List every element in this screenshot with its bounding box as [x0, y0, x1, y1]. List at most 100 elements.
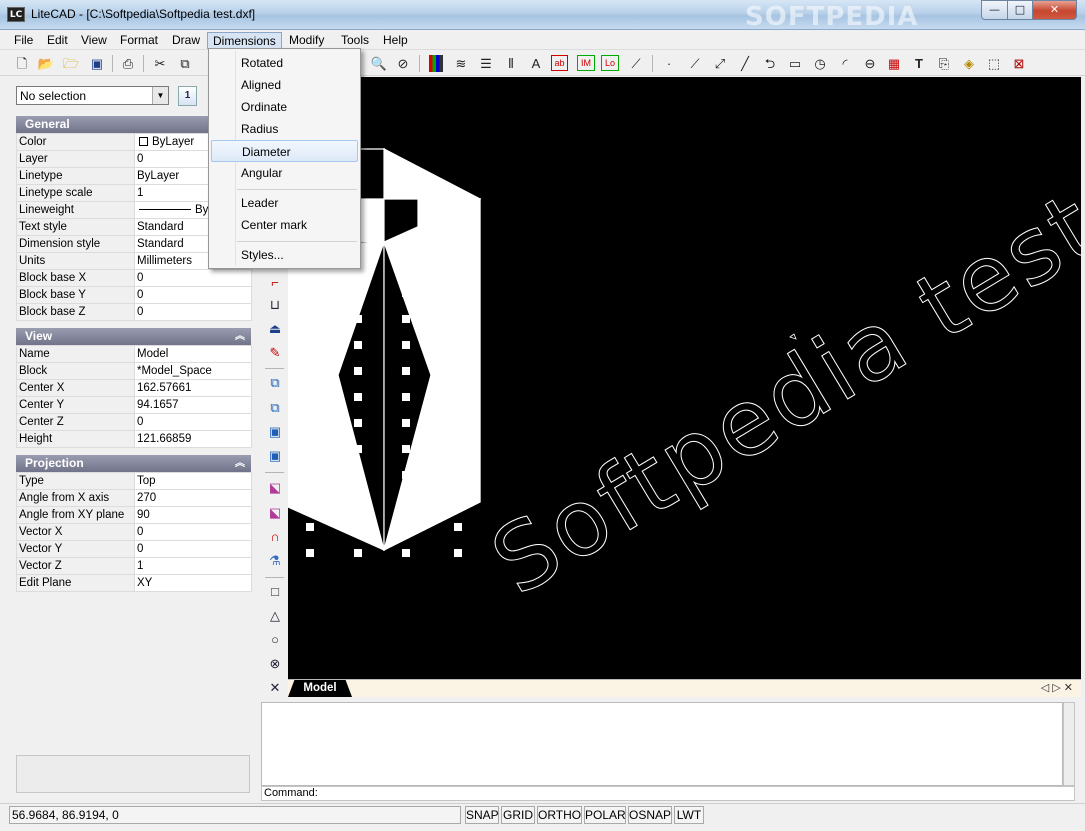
collapse-icon[interactable]: ︽ — [235, 455, 245, 472]
tab-model[interactable]: Model — [288, 680, 352, 697]
match-text-icon[interactable]: ⬕ — [264, 503, 286, 523]
viewport-icon[interactable]: ⬚ — [984, 54, 1004, 73]
menu-draw[interactable]: Draw — [167, 32, 205, 49]
property-value[interactable]: Model — [134, 345, 252, 363]
property-row[interactable]: Vector X0 — [16, 523, 252, 541]
section-projection-header[interactable]: Projection ︽ — [16, 455, 251, 472]
circle-select-icon[interactable]: ○ — [264, 630, 286, 650]
selection-dropdown[interactable]: No selection ▼ — [16, 86, 169, 105]
zoom-window-icon[interactable]: 🔍 — [369, 54, 389, 73]
square-select-icon[interactable]: □ — [264, 582, 286, 602]
property-value[interactable]: 0 — [134, 523, 252, 541]
save-icon[interactable]: ▣ — [87, 54, 107, 73]
block-insert-icon[interactable]: ab — [551, 55, 568, 71]
property-value[interactable]: 0 — [134, 413, 252, 431]
menu-diameter[interactable]: Diameter — [211, 140, 358, 162]
ortho-button[interactable]: ORTHO — [537, 806, 582, 824]
open-template-icon[interactable]: 🗁 — [61, 54, 81, 73]
zoom-previous-icon[interactable]: ⊘ — [393, 54, 413, 73]
property-value[interactable]: 90 — [134, 506, 252, 524]
arc-icon[interactable]: ◜ — [835, 54, 855, 73]
line-icon[interactable]: ⟋ — [685, 54, 705, 73]
command-line[interactable]: Command: — [261, 786, 1075, 801]
new-file-icon[interactable]: 🗋 — [12, 54, 32, 73]
menu-angular[interactable]: Angular — [211, 162, 358, 184]
grid-hatch-icon[interactable]: ⊠ — [1009, 54, 1029, 73]
image-insert-icon[interactable]: IM — [577, 55, 595, 71]
menu-ordinate[interactable]: Ordinate — [211, 96, 358, 118]
insert-block-icon[interactable]: ⎘ — [934, 54, 954, 73]
menu-aligned[interactable]: Aligned — [211, 74, 358, 96]
property-row[interactable]: Type Top — [16, 472, 252, 490]
menu-help[interactable]: Help — [378, 32, 413, 49]
property-value[interactable]: *Model_Space — [134, 362, 252, 380]
lo-icon[interactable]: Lo — [601, 55, 619, 71]
property-row[interactable]: Angle from XY plane 90 — [16, 506, 252, 524]
ellipse-icon[interactable]: ⊖ — [860, 54, 880, 73]
property-value[interactable]: 0 — [134, 269, 252, 287]
print-icon[interactable]: ⎙ — [118, 54, 138, 73]
menu-tools[interactable]: Tools — [336, 32, 374, 49]
property-value[interactable]: 94.1657 — [134, 396, 252, 414]
menu-format[interactable]: Format — [115, 32, 163, 49]
lwt-button[interactable]: LWT — [674, 806, 704, 824]
property-value[interactable]: 0 — [134, 540, 252, 558]
menu-center-mark[interactable]: Center mark — [211, 214, 358, 236]
menu-styles[interactable]: Styles... — [211, 244, 358, 266]
drawing-text[interactable]: Softpedia test — [474, 171, 1085, 616]
send-back-icon[interactable]: ⧉ — [264, 398, 286, 418]
maximize-button[interactable]: □ — [1007, 0, 1033, 20]
dimension-style-icon[interactable]: ⟋ — [626, 54, 646, 73]
property-row[interactable]: Name Model — [16, 345, 252, 363]
circle-icon[interactable]: ◷ — [810, 54, 830, 73]
circle-cross-icon[interactable]: ⊗ — [264, 654, 286, 674]
property-value[interactable]: Top — [134, 472, 252, 490]
property-row[interactable]: Center X 162.57661 — [16, 379, 252, 397]
osnap-button[interactable]: OSNAP — [628, 806, 672, 824]
menu-view[interactable]: View — [76, 32, 112, 49]
property-row[interactable]: Block *Model_Space — [16, 362, 252, 380]
menu-radius[interactable]: Radius — [211, 118, 358, 140]
quick-select-button[interactable]: 1 — [178, 86, 197, 106]
property-value[interactable]: 1 — [134, 557, 252, 575]
property-row[interactable]: Vector Y0 — [16, 540, 252, 558]
property-row[interactable]: Angle from X axis 270 — [16, 489, 252, 507]
stretch-icon[interactable]: ⊔ — [264, 295, 286, 315]
layers-color-icon[interactable] — [429, 55, 443, 72]
property-row[interactable]: Block base X0 — [16, 269, 252, 287]
drawing-canvas[interactable]: Softpedia test — [286, 77, 1085, 680]
close-button[interactable]: ✕ — [1032, 0, 1077, 20]
minimize-button[interactable]: — — [981, 0, 1008, 20]
property-value[interactable]: 0 — [134, 286, 252, 304]
property-value[interactable]: 162.57661 — [134, 379, 252, 397]
property-value[interactable]: 121.66859 — [134, 430, 252, 448]
menu-modify[interactable]: Modify — [284, 32, 329, 49]
xline-icon[interactable]: ⤢ — [710, 54, 730, 73]
break-icon[interactable]: ⌐ — [264, 273, 286, 293]
cross-icon[interactable]: ✕ — [264, 678, 286, 698]
polyline-icon[interactable]: ⮌ — [760, 54, 780, 73]
property-row[interactable]: Edit Plane XY — [16, 574, 252, 592]
section-view-header[interactable]: View ︽ — [16, 328, 251, 345]
property-row[interactable]: Vector Z1 — [16, 557, 252, 575]
copy-icon[interactable]: ⧉ — [175, 54, 195, 73]
bring-above-icon[interactable]: ▣ — [264, 422, 286, 442]
ray-icon[interactable]: ╱ — [735, 54, 755, 73]
grid-button[interactable]: GRID — [501, 806, 535, 824]
snap-button[interactable]: SNAP — [465, 806, 499, 824]
hatch-icon[interactable]: ▦ — [884, 54, 904, 73]
stamp-icon[interactable]: ⏏ — [264, 319, 286, 339]
chevron-down-icon[interactable]: ▼ — [152, 87, 168, 104]
rectangle-icon[interactable]: ▭ — [785, 54, 805, 73]
bring-front-icon[interactable]: ⧉ — [264, 373, 286, 393]
property-row[interactable]: Block base Z0 — [16, 303, 252, 321]
tab-navigation[interactable]: ◁ ▷ ✕ — [1041, 681, 1073, 694]
polar-button[interactable]: POLAR — [584, 806, 626, 824]
send-under-icon[interactable]: ▣ — [264, 446, 286, 466]
property-value[interactable]: 0 — [134, 303, 252, 321]
linetype-icon[interactable]: ☰ — [476, 54, 496, 73]
property-row[interactable]: Block base Y0 — [16, 286, 252, 304]
command-scrollbar[interactable] — [1063, 702, 1075, 786]
property-row[interactable]: Height 121.66859 — [16, 430, 252, 448]
explode-icon[interactable]: ✎ — [264, 343, 286, 363]
